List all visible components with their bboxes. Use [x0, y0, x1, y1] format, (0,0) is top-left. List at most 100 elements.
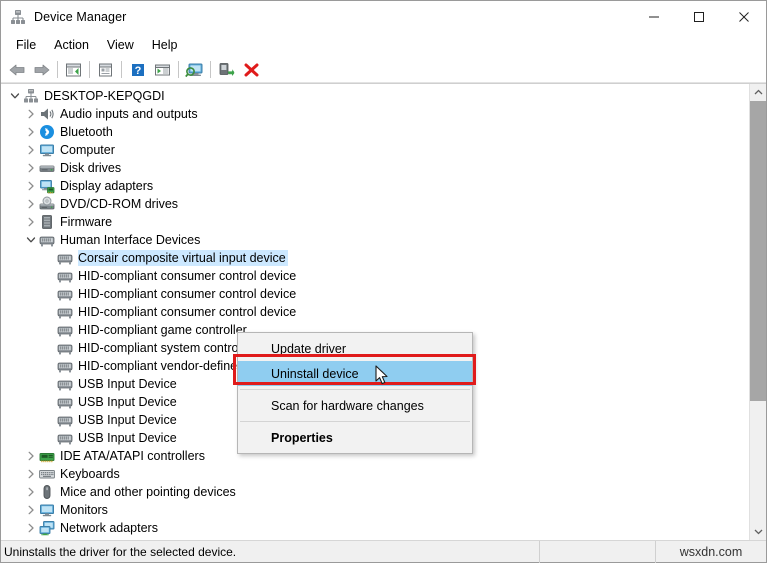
- window-title: Device Manager: [34, 10, 127, 24]
- menu-view[interactable]: View: [98, 36, 143, 54]
- properties-button[interactable]: [93, 58, 118, 82]
- tree-item[interactable]: Computer: [1, 141, 749, 159]
- minimize-button[interactable]: [631, 1, 676, 33]
- tree-item[interactable]: DVD/CD-ROM drives: [1, 195, 749, 213]
- tree-item[interactable]: Corsair composite virtual input device: [1, 249, 749, 267]
- tree-item-label: HID-compliant consumer control device: [78, 287, 297, 301]
- context-menu-item[interactable]: Properties: [238, 425, 472, 450]
- tree-item-label: Network adapters: [60, 521, 158, 535]
- chevron-right-icon[interactable]: [23, 142, 39, 158]
- scroll-up-arrow-icon[interactable]: [750, 84, 767, 101]
- scroll-down-arrow-icon[interactable]: [750, 523, 767, 540]
- chevron-right-icon[interactable]: [23, 214, 39, 230]
- tree-item[interactable]: HID-compliant consumer control device: [1, 267, 749, 285]
- back-button[interactable]: [4, 58, 29, 82]
- bluetooth-icon: [39, 124, 55, 140]
- tree-item-label: Display adapters: [60, 179, 154, 193]
- context-menu-item[interactable]: Update driver: [238, 336, 472, 361]
- network-adapter-icon: [39, 520, 55, 536]
- chevron-down-icon[interactable]: [7, 88, 23, 104]
- tree-item[interactable]: Mice and other pointing devices: [1, 483, 749, 501]
- context-menu-separator: [240, 421, 470, 422]
- hid-icon: [57, 340, 73, 356]
- update-driver-button[interactable]: [150, 58, 175, 82]
- context-menu-item[interactable]: Uninstall device: [238, 361, 472, 386]
- tree-item[interactable]: Monitors: [1, 501, 749, 519]
- title-bar: Device Manager: [1, 1, 766, 33]
- tree-item-label: USB Input Device: [78, 431, 177, 445]
- vertical-scrollbar[interactable]: [749, 84, 766, 540]
- tree-item[interactable]: Disk drives: [1, 159, 749, 177]
- scrollbar-track[interactable]: [749, 101, 766, 523]
- status-bar: Uninstalls the driver for the selected d…: [1, 540, 766, 563]
- scrollbar-thumb[interactable]: [749, 101, 766, 401]
- status-divider: [539, 540, 540, 563]
- tree-item[interactable]: Audio inputs and outputs: [1, 105, 749, 123]
- tree-item[interactable]: Network adapters: [1, 519, 749, 537]
- chevron-right-icon[interactable]: [23, 466, 39, 482]
- chevron-down-icon[interactable]: [23, 232, 39, 248]
- forward-button[interactable]: [29, 58, 54, 82]
- disk-drive-icon: [39, 160, 55, 176]
- tree-item-label: DVD/CD-ROM drives: [60, 197, 179, 211]
- tree-item[interactable]: Bluetooth: [1, 123, 749, 141]
- chevron-right-icon[interactable]: [23, 196, 39, 212]
- context-menu-separator: [240, 389, 470, 390]
- tree-item-label: HID-compliant game controller: [78, 323, 247, 337]
- show-hide-console-tree-button[interactable]: [61, 58, 86, 82]
- toolbar-separator: [210, 61, 211, 78]
- tree-item[interactable]: HID-compliant consumer control device: [1, 303, 749, 321]
- hid-icon: [57, 268, 73, 284]
- device-manager-window: Device Manager File Action View Help ? D…: [0, 0, 767, 563]
- hid-icon: [57, 250, 73, 266]
- chevron-right-icon[interactable]: [23, 448, 39, 464]
- tree-item[interactable]: DESKTOP-KEPQGDI: [1, 87, 749, 105]
- help-button[interactable]: ?: [125, 58, 150, 82]
- tree-item-label: Firmware: [60, 215, 113, 229]
- menu-file[interactable]: File: [7, 36, 45, 54]
- close-button[interactable]: [721, 1, 766, 33]
- menu-help[interactable]: Help: [143, 36, 187, 54]
- hid-icon: [57, 394, 73, 410]
- device-tree[interactable]: DESKTOP-KEPQGDI Audio inputs and outputs B…: [1, 84, 749, 540]
- status-message: Uninstalls the driver for the selected d…: [4, 544, 237, 559]
- chevron-right-icon[interactable]: [23, 520, 39, 536]
- hid-icon: [39, 232, 55, 248]
- tree-item[interactable]: Display adapters: [1, 177, 749, 195]
- tree-item-label: Keyboards: [60, 467, 120, 481]
- chevron-right-icon[interactable]: [23, 502, 39, 518]
- tree-item[interactable]: Firmware: [1, 213, 749, 231]
- context-menu-item[interactable]: Scan for hardware changes: [238, 393, 472, 418]
- uninstall-device-button[interactable]: [239, 58, 264, 82]
- window-controls: [631, 1, 766, 33]
- menu-action[interactable]: Action: [45, 36, 98, 54]
- tree-item[interactable]: HID-compliant consumer control device: [1, 285, 749, 303]
- chevron-right-icon[interactable]: [23, 160, 39, 176]
- hid-icon: [57, 304, 73, 320]
- hid-icon: [57, 286, 73, 302]
- enable-device-button[interactable]: [214, 58, 239, 82]
- tree-item-label: Mice and other pointing devices: [60, 485, 236, 499]
- tree-item-label: USB Input Device: [78, 413, 177, 427]
- tree-item[interactable]: Keyboards: [1, 465, 749, 483]
- scan-for-hardware-changes-button[interactable]: [182, 58, 207, 82]
- chevron-right-icon[interactable]: [23, 106, 39, 122]
- tree-item-label: Corsair composite virtual input device: [78, 250, 288, 266]
- computer-root-icon: [23, 88, 39, 104]
- tree-item-label: Audio inputs and outputs: [60, 107, 198, 121]
- tree-item-label: USB Input Device: [78, 395, 177, 409]
- tree-item-label: Human Interface Devices: [60, 233, 201, 247]
- chevron-right-icon[interactable]: [23, 124, 39, 140]
- chevron-right-icon[interactable]: [23, 178, 39, 194]
- maximize-button[interactable]: [676, 1, 721, 33]
- toolbar: ?: [1, 57, 766, 83]
- tree-item-label: Disk drives: [60, 161, 122, 175]
- chevron-right-icon[interactable]: [23, 484, 39, 500]
- tree-item-label: Computer: [60, 143, 115, 157]
- tree-item[interactable]: Human Interface Devices: [1, 231, 749, 249]
- tree-item-label: USB Input Device: [78, 377, 177, 391]
- speaker-icon: [39, 106, 55, 122]
- content-area: DESKTOP-KEPQGDI Audio inputs and outputs B…: [1, 83, 766, 540]
- context-menu[interactable]: Update driver Uninstall device Scan for ha…: [237, 332, 473, 454]
- mouse-cursor-icon: [375, 365, 391, 392]
